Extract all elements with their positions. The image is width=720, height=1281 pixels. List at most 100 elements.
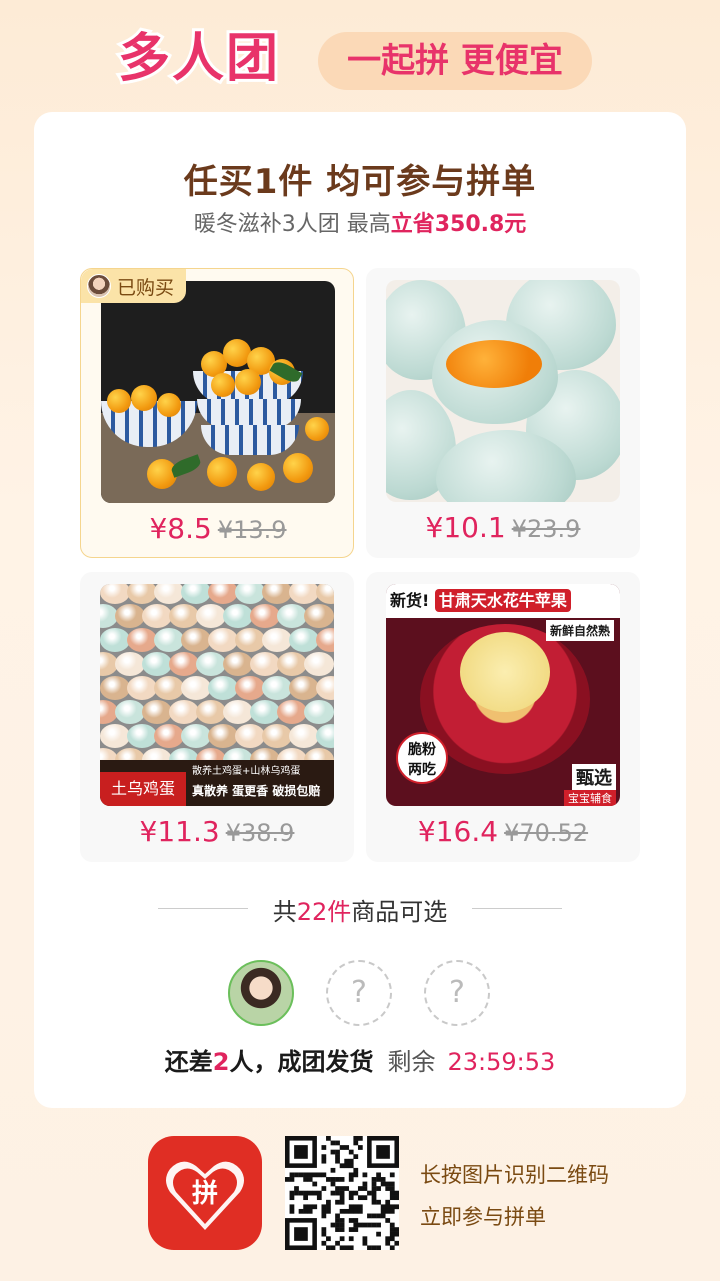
product-image-kumquat[interactable] bbox=[101, 281, 335, 503]
egg-shape bbox=[154, 724, 184, 748]
qr-module bbox=[394, 1204, 400, 1210]
product-count[interactable]: 共22件商品可选 bbox=[34, 892, 686, 927]
qr-module bbox=[353, 1204, 359, 1210]
qr-module bbox=[339, 1222, 345, 1228]
count-suffix: 商品可选 bbox=[351, 898, 448, 926]
product-card-apple[interactable]: 新货! 甘肃天水花牛苹果 新鲜自然熟 脆粉 两吃 甄选 宝宝辅食 ¥16.4 ¥7… bbox=[366, 572, 640, 862]
price-row: ¥11.3 ¥38.9 bbox=[80, 812, 354, 853]
product-card-kumquat[interactable]: 已购买 ¥8.5 ¥13.9 bbox=[80, 268, 354, 558]
qr-module bbox=[348, 1245, 354, 1251]
qr-module bbox=[312, 1172, 318, 1178]
qr-module bbox=[339, 1245, 345, 1251]
qr-module bbox=[303, 1177, 308, 1182]
qr-module bbox=[394, 1195, 400, 1201]
qr-module bbox=[371, 1222, 377, 1228]
qr-module bbox=[335, 1149, 340, 1155]
egg-shape bbox=[100, 724, 130, 748]
qr-module bbox=[339, 1177, 345, 1182]
qr-module bbox=[371, 1195, 377, 1201]
qr-module bbox=[289, 1177, 295, 1182]
qr-module bbox=[385, 1199, 391, 1205]
qr-module bbox=[316, 1190, 322, 1196]
egg-banner: 散养土鸡蛋+山林乌鸡蛋 真散养 蛋更香 破损包赔 土乌鸡蛋 bbox=[100, 760, 334, 806]
qr-module bbox=[330, 1140, 336, 1146]
product-card-duck-egg[interactable]: ¥10.1 ¥23.9 bbox=[366, 268, 640, 558]
qr-module bbox=[385, 1236, 391, 1242]
qr-module bbox=[348, 1227, 354, 1232]
apple-bite-graphic bbox=[460, 632, 550, 712]
qr-module bbox=[394, 1231, 400, 1237]
qr-module bbox=[348, 1149, 354, 1155]
qr-module bbox=[321, 1204, 327, 1210]
card-subtitle: 暖冬滋补3人团 最高立省350.8元 bbox=[34, 206, 686, 238]
qr-module bbox=[298, 1190, 304, 1196]
qr-module bbox=[371, 1213, 377, 1219]
qr-module bbox=[362, 1195, 368, 1201]
qr-module bbox=[321, 1208, 327, 1214]
qr-module bbox=[362, 1240, 368, 1246]
bought-tag: 已购买 bbox=[81, 269, 187, 303]
price-row: ¥8.5 ¥13.9 bbox=[81, 509, 355, 550]
qr-module bbox=[294, 1227, 308, 1241]
qr-module bbox=[389, 1222, 395, 1228]
qr-module bbox=[389, 1181, 395, 1187]
qr-module bbox=[312, 1204, 318, 1210]
subtitle-prefix: 暖冬滋补3人团 最高 bbox=[193, 212, 391, 237]
qr-module bbox=[385, 1208, 391, 1214]
qr-module bbox=[376, 1177, 381, 1182]
empty-slot-1[interactable]: ? bbox=[326, 960, 392, 1026]
remaining-label: 剩余 bbox=[387, 1048, 436, 1076]
qr-module bbox=[335, 1213, 340, 1219]
qr-module bbox=[380, 1177, 386, 1182]
egg-shape bbox=[100, 584, 130, 604]
qr-module bbox=[312, 1190, 318, 1196]
apple-name-label: 甘肃天水花牛苹果 bbox=[434, 589, 571, 612]
egg-shape bbox=[289, 628, 319, 652]
egg-shape bbox=[181, 724, 211, 748]
product-card-chicken-egg[interactable]: 散养土鸡蛋+山林乌鸡蛋 真散养 蛋更香 破损包赔 土乌鸡蛋 ¥11.3 ¥38.9 bbox=[80, 572, 354, 862]
egg-shape bbox=[223, 604, 253, 628]
egg-shape bbox=[289, 724, 319, 748]
qr-module bbox=[367, 1190, 372, 1196]
qr-module bbox=[389, 1204, 395, 1210]
qr-module bbox=[380, 1213, 386, 1219]
qr-module bbox=[376, 1186, 381, 1191]
qr-module bbox=[312, 1181, 318, 1187]
qr-module bbox=[335, 1218, 340, 1223]
app-icon-glyph: 拼 bbox=[192, 1179, 218, 1209]
qr-module bbox=[344, 1245, 350, 1251]
qr-module bbox=[326, 1204, 331, 1210]
header: 多人团 一起拼 更便宜 bbox=[0, 0, 720, 112]
price: ¥16.4 bbox=[417, 815, 499, 848]
egg-shape bbox=[223, 652, 253, 676]
egg-shape bbox=[196, 604, 226, 628]
qr-module bbox=[339, 1195, 345, 1201]
qr-module bbox=[330, 1149, 336, 1155]
egg-banner-line2: 真散养 蛋更香 破损包赔 bbox=[192, 784, 321, 798]
qr-module bbox=[357, 1208, 363, 1214]
countdown: 23:59:53 bbox=[447, 1048, 556, 1076]
product-image-duck-egg[interactable] bbox=[386, 280, 620, 502]
qr-code[interactable] bbox=[285, 1136, 400, 1251]
qr-module bbox=[385, 1181, 391, 1187]
qr-module bbox=[385, 1240, 391, 1246]
qr-module bbox=[289, 1195, 295, 1201]
qr-module bbox=[330, 1167, 336, 1173]
qr-module bbox=[376, 1222, 381, 1228]
product-image-apple[interactable]: 新货! 甘肃天水花牛苹果 新鲜自然熟 脆粉 两吃 甄选 宝宝辅食 bbox=[386, 584, 620, 806]
price-row: ¥16.4 ¥70.52 bbox=[366, 812, 640, 853]
qr-module bbox=[348, 1218, 354, 1223]
product-image-chicken-egg[interactable]: 散养土鸡蛋+山林乌鸡蛋 真散养 蛋更香 破损包赔 土乌鸡蛋 bbox=[100, 584, 334, 806]
qr-module bbox=[353, 1136, 359, 1141]
qr-module bbox=[339, 1199, 345, 1205]
original-price: ¥23.9 bbox=[511, 515, 581, 543]
qr-module bbox=[339, 1236, 345, 1242]
qr-module bbox=[335, 1177, 340, 1182]
status-main: 还差2人，成团发货 bbox=[165, 1048, 374, 1076]
member-avatar bbox=[228, 960, 294, 1026]
qr-module bbox=[294, 1145, 308, 1159]
egg-shape bbox=[277, 652, 307, 676]
empty-slot-2[interactable]: ? bbox=[424, 960, 490, 1026]
qr-module bbox=[353, 1154, 359, 1159]
egg-shape bbox=[115, 700, 145, 724]
